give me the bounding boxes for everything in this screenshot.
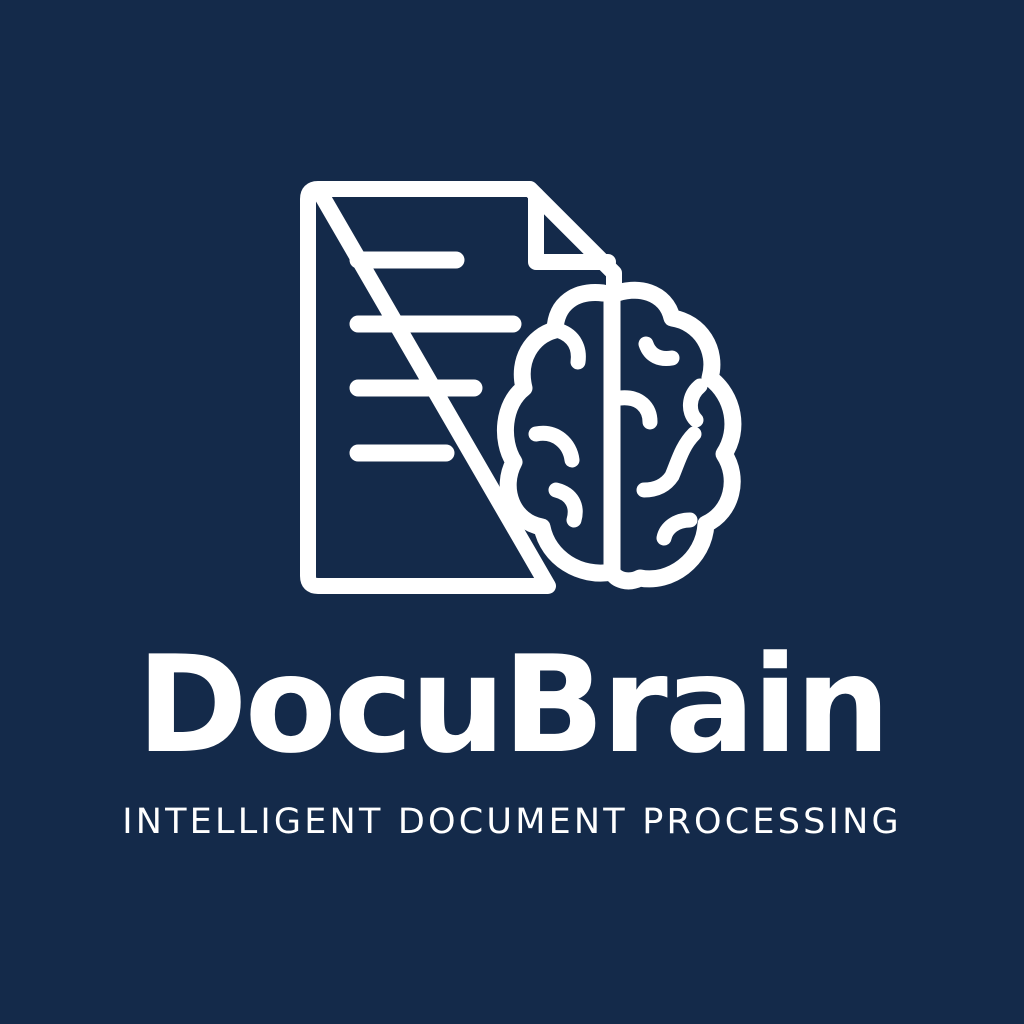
brain-fold-r3: [683, 378, 708, 428]
brand-tagline: INTELLIGENT DOCUMENT PROCESSING: [122, 802, 902, 842]
brain-right-hemisphere: [603, 281, 742, 590]
brain-fold-r2: [612, 390, 658, 430]
brand-name: DocuBrain: [136, 627, 890, 783]
brain-fold-l3: [548, 482, 583, 528]
brain-fold-l1: [552, 323, 586, 370]
brain-fold-r5: [656, 512, 698, 546]
brain-fold-r4: [636, 426, 702, 498]
document-brain-icon: [300, 181, 742, 594]
logo-canvas: { "brand": { "name": "DocuBrain", "tagli…: [0, 0, 1024, 1024]
brain-fold-r1: [638, 336, 680, 366]
brain-fold-l2: [528, 425, 580, 468]
